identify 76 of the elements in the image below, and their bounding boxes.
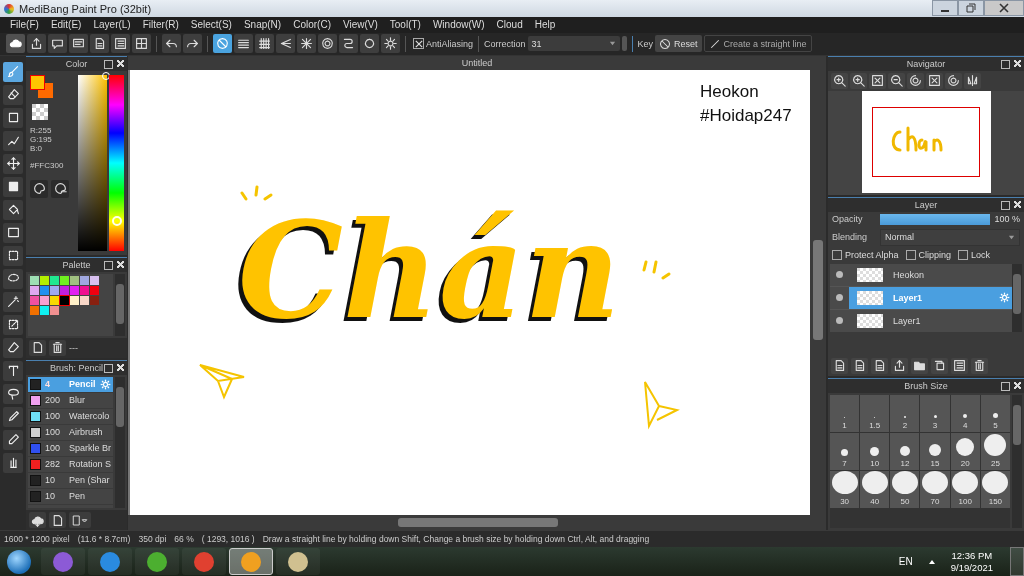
- status-text: ( 1293, 1016 ): [201, 534, 255, 545]
- drawing-canvas[interactable]: Heokon #Hoidap247 Chán: [130, 69, 810, 516]
- brush-size-option[interactable]: 7: [830, 432, 860, 470]
- menu-item[interactable]: Window(W): [426, 19, 491, 31]
- brush-size-option[interactable]: 70: [920, 470, 950, 508]
- reset-button[interactable]: Reset: [655, 35, 702, 53]
- brush-item[interactable]: 200 Blur: [28, 392, 113, 409]
- status-text: 66 %: [174, 534, 194, 545]
- blending-label: Blending: [832, 232, 869, 243]
- correction-label: Correction: [484, 38, 526, 49]
- brush-size-option[interactable]: 12: [890, 432, 920, 470]
- brush-size-option[interactable]: 50: [890, 470, 920, 508]
- window-title: MediBang Paint Pro (32bit): [19, 2, 152, 15]
- canvas-text: #Hoidap247: [700, 105, 792, 126]
- lettering-artwork: Chán: [238, 211, 621, 331]
- brush-size-option[interactable]: 15: [920, 432, 950, 470]
- menu-item[interactable]: Select(S): [184, 19, 238, 31]
- antialiasing-label: AntiAliasing: [426, 38, 474, 49]
- panel-title: Layer: [914, 199, 938, 210]
- clock-date: 9/19/2021: [950, 561, 993, 574]
- brush-size-option[interactable]: 25: [980, 432, 1010, 470]
- status-text: 350 dpi: [138, 534, 167, 545]
- menu-item[interactable]: Cloud: [490, 19, 529, 31]
- menu-item[interactable]: Edit(E): [44, 19, 88, 31]
- brush-size-option[interactable]: 3: [920, 394, 950, 432]
- brush-size-option[interactable]: 100: [950, 470, 980, 508]
- panel-title: Color: [65, 58, 88, 69]
- opacity-label: Opacity: [832, 214, 864, 225]
- channel-value: R:255: [30, 125, 53, 135]
- panel-title: Brush: Pencil: [50, 362, 103, 373]
- status-text: 1600 * 1200 pixel: [4, 534, 70, 545]
- brush-item[interactable]: 10 Pen: [28, 488, 113, 505]
- canvas-text: Heokon: [700, 81, 759, 102]
- palette-name: ---: [69, 342, 78, 353]
- brush-size-option[interactable]: 20: [950, 432, 980, 470]
- menu-item[interactable]: Filter(R): [136, 19, 185, 31]
- language-indicator[interactable]: EN: [898, 556, 913, 567]
- menu-item[interactable]: View(V): [336, 19, 384, 31]
- brush-size-option[interactable]: 5: [980, 394, 1010, 432]
- brush-size-option[interactable]: 1.5: [860, 394, 890, 432]
- clock-time: 12:36 PM: [951, 549, 993, 562]
- checkbox[interactable]: Lock: [958, 249, 991, 260]
- brush-size-option[interactable]: 4: [950, 394, 980, 432]
- menu-item[interactable]: Tool(T): [383, 19, 427, 31]
- brush-size-option[interactable]: 1: [830, 394, 860, 432]
- menu-item[interactable]: Snap(N): [237, 19, 288, 31]
- channel-value: B:0: [30, 143, 43, 153]
- brush-size-option[interactable]: 10: [860, 432, 890, 470]
- brush-item[interactable]: 100 Watercolo: [28, 408, 113, 425]
- panel-title: Navigator: [906, 58, 946, 69]
- hex-value: #FFC300: [30, 160, 65, 170]
- status-text: (11.6 * 8.7cm): [77, 534, 131, 545]
- brush-item[interactable]: 282 Rotation S: [28, 456, 113, 473]
- brush-item[interactable]: 100 Airbrush: [28, 424, 113, 441]
- menu-item[interactable]: File(F): [4, 19, 45, 31]
- opacity-value: 100 %: [994, 214, 1020, 225]
- checkbox[interactable]: Clipping: [905, 249, 952, 260]
- channel-value: G:195: [30, 134, 53, 144]
- menu-item[interactable]: Help: [528, 19, 562, 31]
- checkbox[interactable]: Protect Alpha: [832, 249, 899, 260]
- blending-dropdown[interactable]: Normal: [880, 228, 1020, 246]
- brush-size-option[interactable]: 150: [980, 470, 1010, 508]
- correction-dropdown[interactable]: 31: [527, 36, 620, 52]
- key-label: Key: [637, 38, 654, 49]
- menu-item[interactable]: Layer(L): [87, 19, 137, 31]
- menu-item[interactable]: Color(C): [287, 19, 337, 31]
- brush-size-option[interactable]: 30: [830, 470, 860, 508]
- brush-size-option[interactable]: 2: [890, 394, 920, 432]
- brush-item[interactable]: 10 Pen (Shar: [28, 472, 113, 489]
- brush-size-option[interactable]: 40: [860, 470, 890, 508]
- panel-title: Brush Size: [904, 380, 948, 391]
- straight-line-button[interactable]: Create a straight line: [703, 35, 812, 53]
- status-text: Draw a straight line by holding down Shift, Change a brush size by holding down Ctrl, Alt, and dragging: [262, 534, 650, 545]
- document-tab[interactable]: Untitled: [461, 57, 493, 68]
- brush-item[interactable]: 100 Sparkle Br: [28, 440, 113, 457]
- panel-title: Palette: [62, 259, 91, 270]
